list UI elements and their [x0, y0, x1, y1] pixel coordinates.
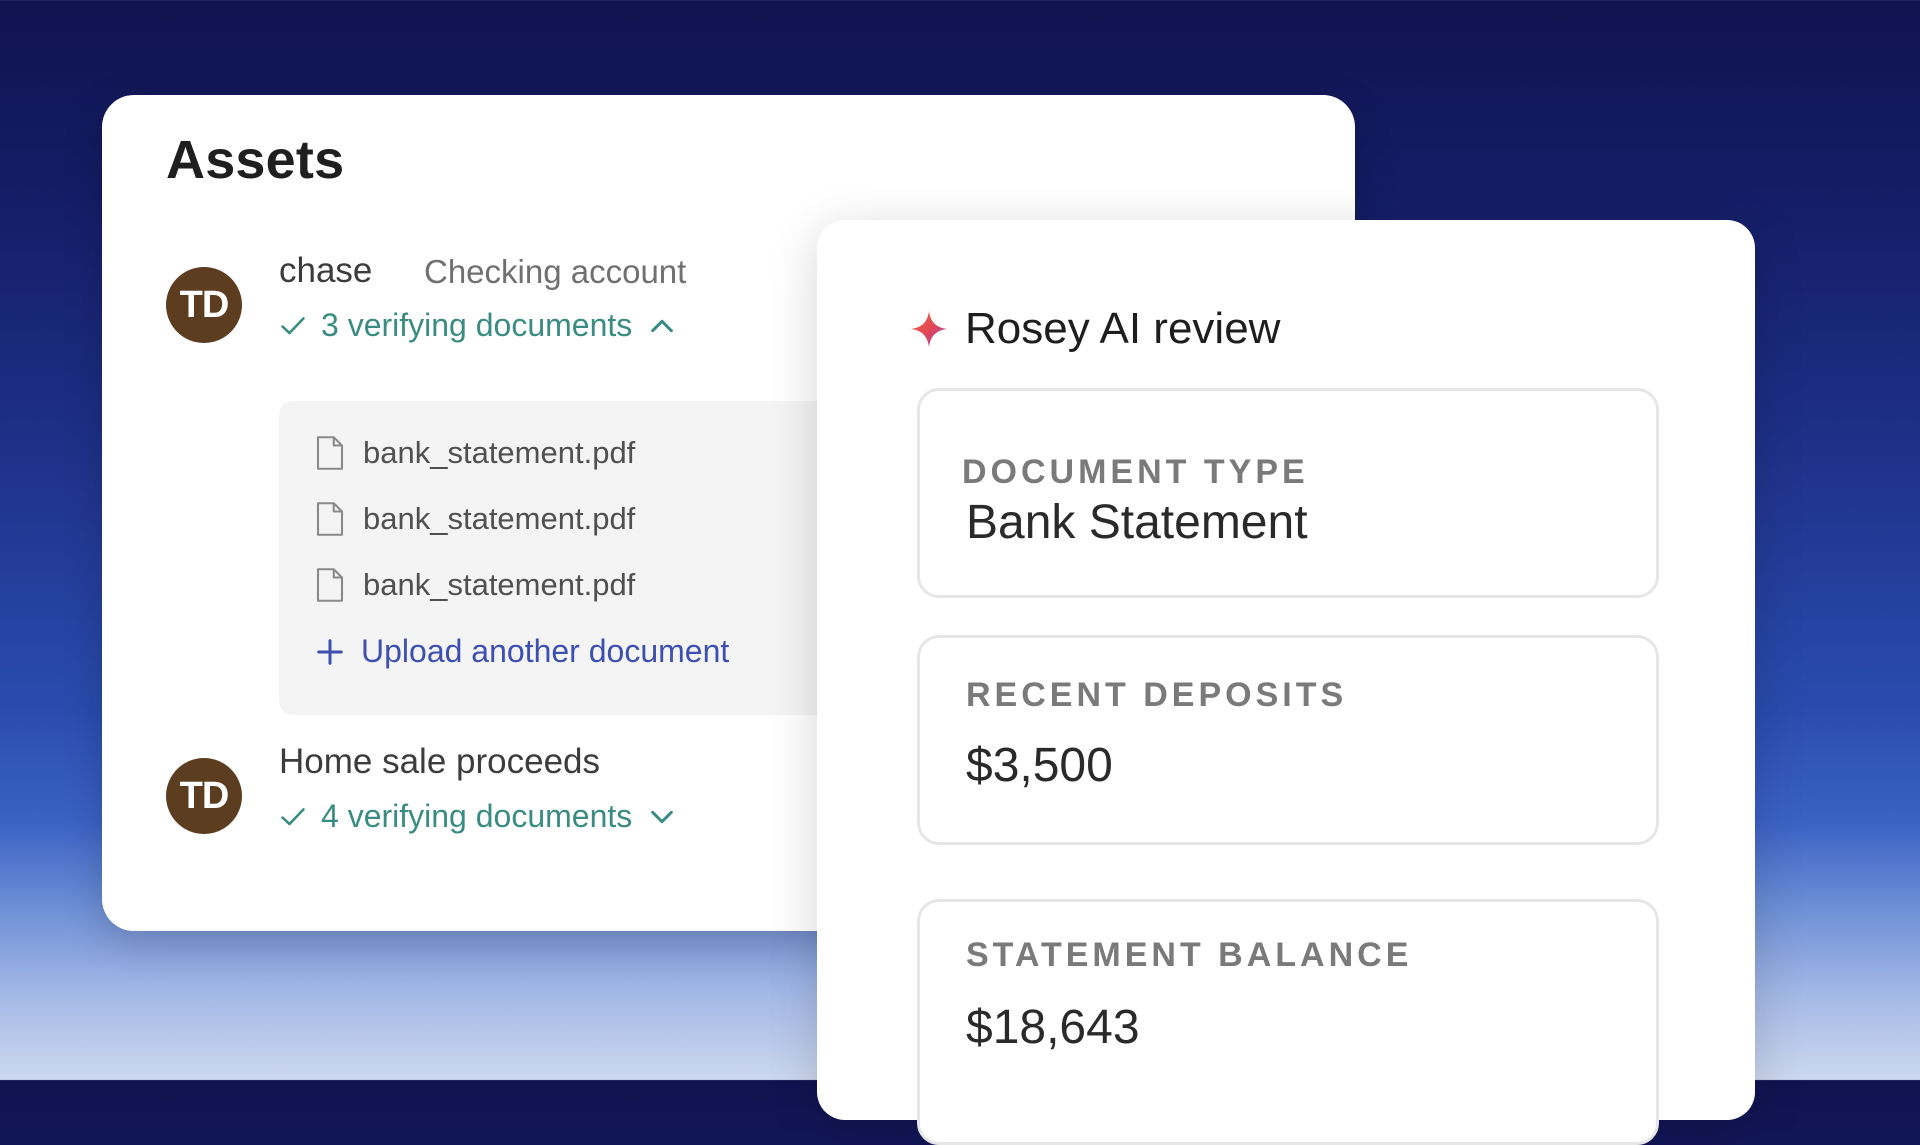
ai-review-header: Rosey AI review: [909, 304, 1280, 354]
field-label: DOCUMENT TYPE: [962, 453, 1309, 491]
avatar: TD: [166, 267, 242, 343]
document-name: bank_statement.pdf: [363, 501, 636, 536]
document-item[interactable]: bank_statement.pdf: [315, 501, 635, 537]
upload-another-document-button[interactable]: Upload another document: [315, 633, 729, 670]
upload-label: Upload another document: [361, 633, 730, 669]
assets-title: Assets: [166, 130, 345, 190]
file-icon: [316, 436, 344, 470]
document-type-field: DOCUMENT TYPE Bank Statement: [917, 388, 1659, 598]
account-type: Checking account: [424, 253, 687, 290]
ai-review-title: Rosey AI review: [965, 304, 1281, 353]
plus-icon: [317, 638, 343, 665]
field-value: $3,500: [966, 739, 1113, 792]
chevron-down-icon: [651, 810, 674, 823]
file-icon: [316, 568, 344, 602]
file-icon: [316, 502, 344, 536]
check-icon: [281, 316, 305, 334]
statement-balance-field: STATEMENT BALANCE $18,643: [917, 899, 1659, 1145]
field-label: RECENT DEPOSITS: [966, 676, 1348, 714]
ai-review-card: Rosey AI review DOCUMENT TYPE Bank State…: [817, 220, 1755, 1145]
document-item[interactable]: bank_statement.pdf: [315, 435, 635, 471]
avatar: TD: [166, 758, 242, 834]
document-name: bank_statement.pdf: [363, 567, 636, 602]
verifying-documents-label: 4 verifying documents: [321, 798, 633, 834]
account-name-home-sale: Home sale proceeds: [279, 742, 600, 781]
chevron-up-icon: [651, 319, 674, 332]
field-label: STATEMENT BALANCE: [966, 936, 1413, 974]
sparkle-icon: [911, 311, 947, 347]
recent-deposits-field: RECENT DEPOSITS $3,500: [917, 635, 1659, 845]
document-name: bank_statement.pdf: [363, 435, 636, 470]
check-icon: [281, 807, 305, 825]
account-name-chase: chase: [279, 251, 373, 290]
verifying-documents-toggle-chase[interactable]: 3 verifying documents: [279, 307, 676, 344]
verifying-documents-toggle-home-sale[interactable]: 4 verifying documents: [279, 798, 676, 835]
field-value: Bank Statement: [966, 496, 1308, 549]
field-value: $18,643: [966, 1001, 1140, 1054]
verifying-documents-label: 3 verifying documents: [321, 307, 633, 343]
document-item[interactable]: bank_statement.pdf: [315, 567, 635, 603]
